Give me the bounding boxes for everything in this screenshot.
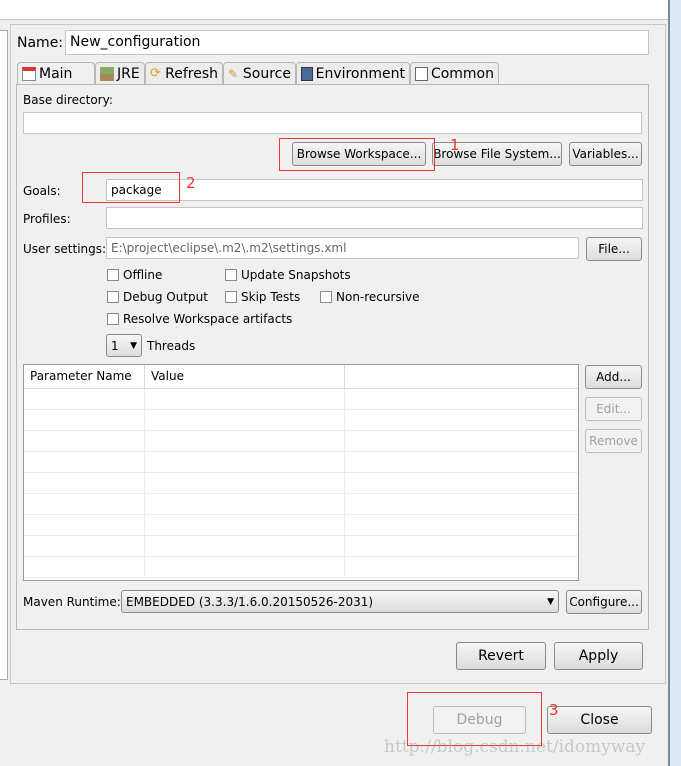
column-extra — [345, 365, 578, 388]
annotation-number-1: 1 — [450, 136, 460, 154]
base-directory-input[interactable] — [23, 112, 642, 134]
configure-button[interactable]: Configure... — [566, 590, 642, 614]
add-parameter-button[interactable]: Add... — [585, 365, 642, 389]
maven-runtime-select[interactable]: EMBEDDED (3.3.3/1.6.0.20150526-2031) ▼ — [121, 590, 559, 613]
refresh-icon: ⟳ — [150, 66, 161, 81]
variables-button[interactable]: Variables... — [569, 142, 642, 166]
table-row — [24, 515, 578, 536]
skip-tests-checkbox[interactable]: Skip Tests — [225, 290, 300, 304]
annotation-number-2: 2 — [186, 174, 196, 192]
config-tree-pane[interactable] — [0, 30, 8, 680]
jre-icon — [100, 67, 114, 81]
parameters-table[interactable]: Parameter Name Value — [23, 364, 579, 581]
update-snapshots-checkbox[interactable]: Update Snapshots — [225, 268, 351, 282]
profiles-input[interactable] — [106, 207, 643, 229]
name-label: Name: — [17, 35, 64, 51]
table-row — [24, 410, 578, 431]
annotation-box-1 — [279, 138, 435, 171]
goals-label: Goals: — [23, 184, 61, 198]
name-input[interactable]: New_configuration — [65, 30, 649, 55]
column-value[interactable]: Value — [145, 365, 345, 388]
tab-refresh[interactable]: ⟳ Refresh — [145, 62, 223, 85]
window-top — [0, 0, 668, 20]
remove-parameter-button[interactable]: Remove — [585, 429, 642, 453]
debug-output-checkbox[interactable]: Debug Output — [107, 290, 208, 304]
chevron-down-icon: ▼ — [130, 341, 137, 351]
non-recursive-checkbox[interactable]: Non-recursive — [320, 290, 420, 304]
source-icon: ✎ — [228, 67, 239, 81]
tab-jre[interactable]: JRE — [95, 62, 145, 85]
offline-checkbox[interactable]: Offline — [107, 268, 162, 282]
column-parameter-name[interactable]: Parameter Name — [24, 365, 145, 388]
resolve-workspace-checkbox[interactable]: Resolve Workspace artifacts — [107, 312, 292, 326]
chevron-down-icon: ▼ — [547, 597, 554, 607]
main-tab-icon — [22, 67, 36, 81]
user-settings-input[interactable]: E:\project\eclipse\.m2\.m2\settings.xml — [106, 237, 579, 259]
threads-select[interactable]: 1 ▼ — [106, 334, 142, 357]
table-row — [24, 494, 578, 515]
revert-button[interactable]: Revert — [456, 642, 546, 670]
table-row — [24, 431, 578, 452]
close-button[interactable]: Close — [547, 706, 652, 734]
table-row — [24, 557, 578, 578]
table-row — [24, 452, 578, 473]
maven-runtime-label: Maven Runtime: — [23, 595, 121, 609]
tab-environment[interactable]: Environment — [296, 62, 410, 85]
base-directory-label: Base directory: — [23, 93, 113, 107]
desktop-background — [668, 0, 681, 766]
common-icon — [415, 67, 428, 81]
environment-icon — [301, 67, 313, 81]
apply-button[interactable]: Apply — [554, 642, 643, 670]
tab-source[interactable]: ✎ Source — [223, 62, 296, 85]
edit-parameter-button[interactable]: Edit... — [585, 397, 642, 421]
annotation-number-3: 3 — [549, 701, 559, 719]
user-settings-label: User settings: — [23, 242, 107, 256]
table-row — [24, 473, 578, 494]
profiles-label: Profiles: — [23, 212, 71, 226]
tab-common[interactable]: Common — [410, 62, 499, 85]
tab-main[interactable]: Main — [17, 62, 95, 85]
annotation-box-2 — [82, 172, 180, 203]
table-row — [24, 536, 578, 557]
table-row — [24, 389, 578, 410]
watermark: http://blog.csdn.net/idomyway — [384, 737, 646, 757]
file-button[interactable]: File... — [586, 237, 642, 261]
threads-label: Threads — [147, 339, 196, 353]
